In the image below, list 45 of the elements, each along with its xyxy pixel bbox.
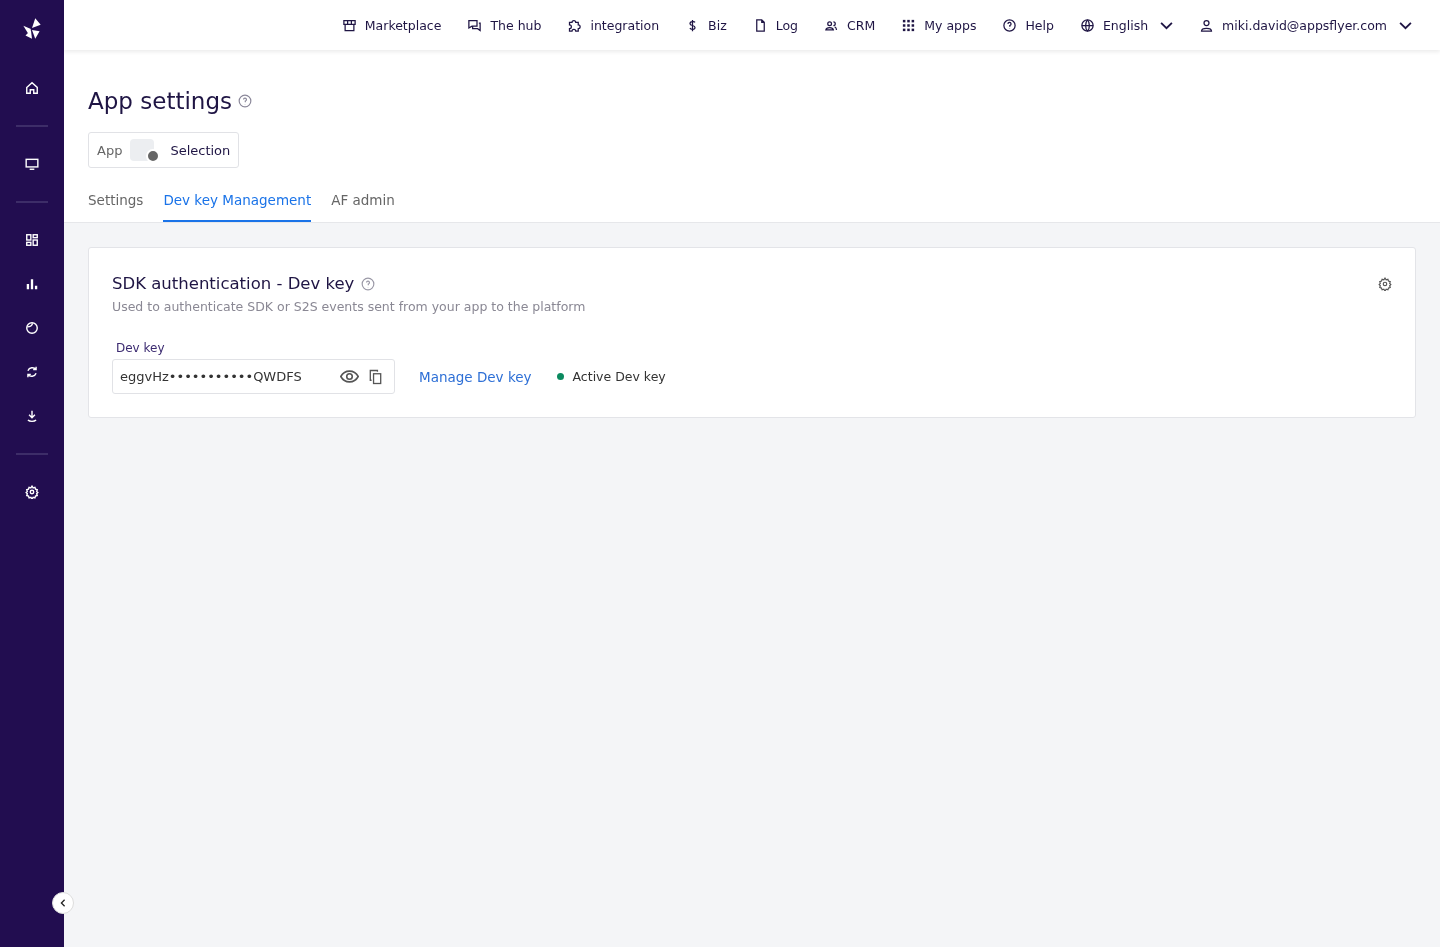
grid-icon (901, 17, 917, 33)
home-icon[interactable] (25, 81, 39, 95)
help-icon[interactable] (237, 94, 252, 108)
page-title: App settings (88, 88, 232, 114)
nav-link[interactable]: CRM (824, 17, 876, 33)
face-icon[interactable] (25, 321, 39, 335)
chat-icon (467, 17, 483, 33)
nav-link[interactable]: Marketplace (341, 17, 442, 33)
manage-dev-key-link[interactable]: Manage Dev key (419, 368, 532, 385)
gear-icon[interactable] (25, 485, 39, 499)
bars-icon[interactable] (25, 277, 39, 291)
chevron-down-icon (1399, 20, 1412, 30)
puzzle-icon (567, 17, 583, 33)
store-icon (341, 17, 357, 33)
globe-icon (1079, 17, 1095, 33)
settings-icon[interactable] (1378, 276, 1392, 291)
nav-link[interactable]: Help (1002, 17, 1054, 33)
tab[interactable]: Dev key Management (163, 192, 312, 222)
nav-link[interactable]: The hub (467, 17, 542, 33)
chevron-down-icon (1160, 20, 1174, 30)
download-icon[interactable] (25, 409, 39, 423)
nav-link[interactable]: Biz (685, 17, 727, 33)
user-icon (1199, 17, 1215, 33)
nav-link[interactable]: integration (567, 17, 660, 33)
tab[interactable]: AF admin (331, 192, 395, 222)
eye-icon[interactable] (340, 370, 359, 383)
tab[interactable]: Settings (88, 192, 144, 222)
collapse-button[interactable] (52, 892, 74, 914)
monitor-icon[interactable] (25, 157, 39, 171)
dash-icon[interactable] (25, 233, 39, 247)
help-icon (1002, 17, 1018, 33)
nav-link[interactable]: Log (752, 17, 799, 33)
field-label: Dev key (116, 341, 166, 355)
card-description: Used to authenticate SDK or S2S events sent from your app to the platform (112, 299, 587, 314)
help-icon[interactable] (361, 276, 376, 291)
copy-icon[interactable] (369, 368, 382, 385)
nav-link[interactable]: My apps (901, 17, 977, 33)
status-text: Active Dev key (572, 369, 666, 384)
dev-key-field[interactable]: eggvHz•••••••••••QWDFS (112, 359, 395, 394)
card-title: SDK authentication - Dev key (112, 274, 355, 293)
app-selector[interactable]: App Selection (88, 132, 240, 168)
chevron-left-icon (59, 899, 67, 907)
nav-link[interactable]: miki.david@appsflyer.com (1199, 17, 1412, 33)
sync-icon[interactable] (25, 365, 39, 379)
nav-link[interactable]: English (1079, 17, 1174, 33)
